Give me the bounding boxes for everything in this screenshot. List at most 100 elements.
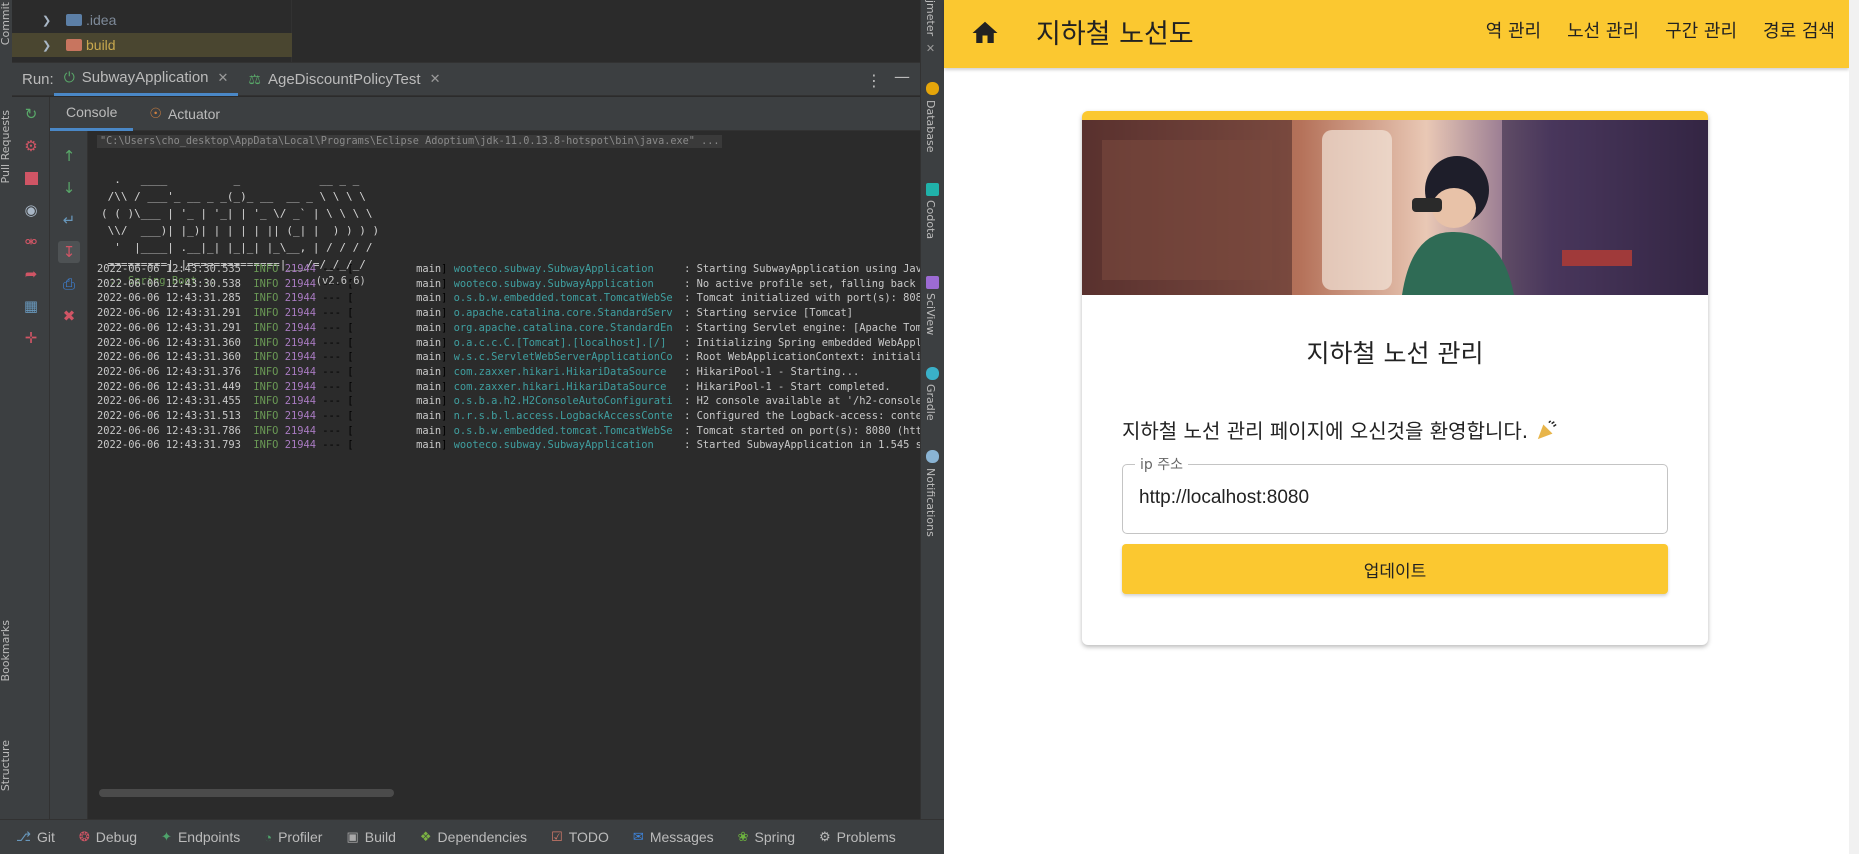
log-msg: : Configured the Logback-access: conte bbox=[684, 410, 920, 422]
chevron-right-icon[interactable]: ❯ bbox=[42, 14, 54, 27]
exit-icon[interactable]: ➦ bbox=[20, 263, 42, 285]
pull-requests-tool-label[interactable]: Pull Requests bbox=[0, 110, 12, 183]
database-tool-label[interactable]: Database bbox=[924, 100, 937, 153]
log-thread: main bbox=[416, 307, 442, 320]
minimize-icon[interactable]: — bbox=[894, 67, 910, 86]
close-icon[interactable]: ✕ bbox=[924, 42, 937, 55]
todo-icon: ☑ bbox=[551, 829, 563, 844]
log-msg: : Tomcat started on port(s): 8080 (htt bbox=[684, 424, 920, 437]
bottom-tab-spring[interactable]: ❀ Spring bbox=[738, 829, 795, 845]
pin-icon[interactable]: ✛ bbox=[20, 327, 42, 349]
rerun-icon[interactable]: ↻ bbox=[20, 103, 42, 125]
trash-icon[interactable]: ✖ bbox=[58, 305, 80, 327]
nav-section-management[interactable]: 구간 관리 bbox=[1665, 15, 1737, 45]
tree-item-idea[interactable]: ❯ .idea bbox=[12, 8, 292, 32]
bookmarks-tool-label[interactable]: Bookmarks bbox=[0, 620, 12, 681]
card-title: 지하철 노선 관리 bbox=[1306, 339, 1484, 368]
profiler-icon: ◔ bbox=[264, 829, 273, 845]
welcome-text: 지하철 노선 관리 페이지에 오신것을 환영합니다. bbox=[1122, 419, 1529, 443]
log-ts: 2022-06-06 12:43:31.360 bbox=[97, 336, 241, 349]
run-tab-subway-application[interactable]: ⏻ SubwayApplication ✕ bbox=[53, 62, 239, 96]
nav-line-management[interactable]: 노선 관리 bbox=[1567, 15, 1639, 45]
ip-address-label: ip 주소 bbox=[1135, 454, 1188, 474]
codota-tool-label[interactable]: Codota bbox=[924, 200, 937, 239]
tab-actuator-label: Actuator bbox=[167, 105, 221, 122]
tab-actuator[interactable]: ☉ Actuator bbox=[133, 97, 236, 131]
jmeter-tool-label[interactable]: jmeter bbox=[924, 0, 937, 36]
sciview-tool-label[interactable]: SciView bbox=[924, 293, 937, 335]
bottom-tab-debug[interactable]: ❂ Debug bbox=[79, 829, 137, 845]
arrow-up-icon[interactable]: ↑ bbox=[58, 145, 80, 167]
tab-console[interactable]: Console bbox=[50, 97, 134, 131]
log-level: INFO bbox=[253, 336, 279, 349]
app-title[interactable]: 지하철 노선도 bbox=[1036, 12, 1194, 51]
scroll-to-end-icon[interactable]: ↧ bbox=[58, 241, 80, 263]
log-msg: : Initializing Spring embedded WebAppl bbox=[684, 336, 920, 349]
log-thread: main bbox=[416, 439, 442, 452]
commit-tool-label[interactable]: Commit bbox=[0, 2, 12, 45]
log-level: INFO bbox=[253, 277, 279, 290]
folder-icon bbox=[66, 14, 82, 26]
print-icon[interactable]: ⎙ bbox=[58, 273, 80, 295]
intellij-ide: Commit Pull Requests Bookmarks Structure… bbox=[0, 0, 944, 854]
tree-item-build[interactable]: ❯ build bbox=[12, 33, 292, 57]
log-ts: 2022-06-06 12:43:30.538 bbox=[97, 277, 241, 290]
page-scrollbar[interactable] bbox=[1849, 0, 1859, 854]
run-tool-header: Run: ⏻ SubwayApplication ✕ ⚖ AgeDiscount… bbox=[12, 62, 920, 96]
actuator-icon: ☉ bbox=[149, 105, 162, 121]
stop-icon[interactable] bbox=[20, 167, 42, 189]
bottom-tab-messages[interactable]: ✉ Messages bbox=[633, 829, 714, 845]
console-output[interactable]: "C:\Users\cho_desktop\AppData\Local\Prog… bbox=[89, 131, 920, 809]
log-level: INFO bbox=[253, 424, 279, 437]
log-ts: 2022-06-06 12:43:31.449 bbox=[97, 380, 241, 393]
nav-path-search[interactable]: 경로 검색 bbox=[1763, 15, 1835, 45]
structure-tool-label[interactable]: Structure bbox=[0, 740, 12, 791]
log-level: INFO bbox=[253, 395, 279, 408]
more-options-icon[interactable]: ⋮ bbox=[866, 71, 882, 90]
update-button[interactable]: 업데이트 bbox=[1122, 544, 1668, 594]
messages-icon: ✉ bbox=[632, 829, 644, 844]
bottom-tab-label: Endpoints bbox=[177, 829, 241, 845]
bottom-tab-dependencies[interactable]: ❖ Dependencies bbox=[420, 829, 527, 845]
bottom-tab-git[interactable]: ⎇ Git bbox=[16, 829, 55, 845]
bottom-tab-label: TODO bbox=[568, 829, 609, 845]
nav-station-management[interactable]: 역 관리 bbox=[1486, 15, 1541, 45]
log-pid: 21944 bbox=[284, 410, 316, 422]
home-icon[interactable] bbox=[970, 18, 1000, 48]
log-thread: main bbox=[416, 321, 442, 334]
log-thread: main bbox=[416, 365, 442, 378]
chevron-right-icon[interactable]: ❯ bbox=[42, 39, 54, 52]
log-msg: : Root WebApplicationContext: initiali bbox=[684, 351, 920, 364]
log-level: INFO bbox=[253, 263, 279, 275]
log-pid: 21944 bbox=[284, 263, 316, 275]
bottom-tab-todo[interactable]: ☑ TODO bbox=[551, 829, 609, 845]
bottom-tab-endpoints[interactable]: ✦ Endpoints bbox=[161, 829, 240, 845]
soft-wrap-icon[interactable]: ↵ bbox=[58, 209, 80, 231]
close-icon[interactable]: ✕ bbox=[430, 71, 441, 87]
plug-icon[interactable]: ⚮ bbox=[20, 231, 42, 253]
notifications-tool-label[interactable]: Notifications bbox=[924, 468, 937, 537]
log-thread: main bbox=[416, 292, 442, 305]
project-tree: ❯ .idea ❯ build bbox=[12, 0, 292, 62]
right-tool-strip: jmeter ✕ Database Codota SciView Gradle … bbox=[920, 0, 944, 854]
arrow-down-icon[interactable]: ↓ bbox=[58, 177, 80, 199]
dependencies-icon: ❖ bbox=[419, 829, 432, 844]
settings-icon[interactable]: ⚙ bbox=[20, 135, 42, 157]
layout-icon[interactable]: ▦ bbox=[20, 295, 42, 317]
log-thread: main bbox=[416, 263, 442, 275]
run-tab-age-discount-policy-test[interactable]: ⚖ AgeDiscountPolicyTest ✕ bbox=[238, 62, 450, 96]
log-pid: 21944 bbox=[284, 395, 316, 408]
camera-icon[interactable]: ◉ bbox=[20, 199, 42, 221]
ip-address-input[interactable] bbox=[1139, 487, 1639, 509]
run-tab-label: SubwayApplication bbox=[81, 69, 209, 86]
close-icon[interactable]: ✕ bbox=[218, 70, 229, 86]
log-pid: 21944 bbox=[284, 292, 316, 305]
horizontal-scrollbar[interactable] bbox=[99, 789, 394, 797]
bottom-tab-build[interactable]: ▣ Build bbox=[346, 829, 395, 845]
log-msg: : Started SubwayApplication in 1.545 s bbox=[684, 439, 920, 452]
log-pid: 21944 bbox=[284, 365, 316, 378]
gradle-tool-label[interactable]: Gradle bbox=[924, 384, 937, 421]
bottom-tab-problems[interactable]: ⚙ Problems bbox=[819, 829, 896, 845]
bottom-tab-profiler[interactable]: ◔ Profiler bbox=[264, 829, 322, 845]
subway-app: 지하철 노선도 역 관리 노선 관리 구간 관리 경로 검색 지하철 노선 관리… bbox=[944, 0, 1849, 854]
